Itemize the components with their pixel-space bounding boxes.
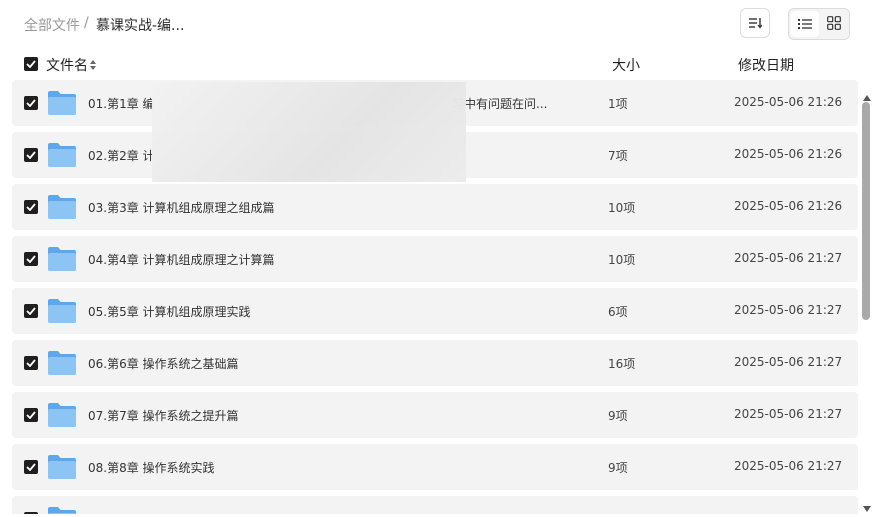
breadcrumb-root[interactable]: 全部文件 [24,15,80,35]
sort-toggle-icon[interactable] [89,56,97,75]
file-size: 10项 [608,201,636,215]
row-checkbox[interactable] [24,408,38,422]
row-checkbox[interactable] [24,96,38,110]
select-all-checkbox[interactable] [24,57,38,71]
file-size: 10项 [608,253,636,267]
top-bar: 全部文件 / 慕课实战-编... [0,0,874,48]
file-date: 2025-05-06 21:27 [734,251,843,265]
folder-icon [47,90,77,116]
grid-view-icon [827,15,841,34]
file-name[interactable]: 08.第8章 操作系统实践 [88,459,215,476]
scroll-down-arrow-icon[interactable] [862,498,872,517]
file-name[interactable]: 03.第3章 计算机组成原理之组成篇 [88,199,275,216]
folder-icon [47,142,77,168]
file-name[interactable]: 05.第5章 计算机组成原理实践 [88,303,251,320]
table-row[interactable] [12,496,858,514]
row-checkbox[interactable] [24,252,38,266]
list-view-button[interactable] [791,11,819,37]
file-size: 6项 [608,305,628,319]
row-checkbox[interactable] [24,148,38,162]
file-size: 16项 [608,357,636,371]
folder-icon [47,246,77,272]
file-name[interactable]: 07.第7章 操作系统之提升篇 [88,407,239,424]
file-date: 2025-05-06 21:26 [734,147,843,161]
table-row[interactable]: 07.第7章 操作系统之提升篇 9项 2025-05-06 21:27 [12,392,858,438]
breadcrumb-separator: / [84,15,89,31]
view-toggle [788,8,850,40]
folder-icon [47,298,77,324]
file-size: 9项 [608,409,628,423]
breadcrumb-current: 慕课实战-编... [96,18,185,34]
row-checkbox[interactable] [24,460,38,474]
sort-list-icon [748,14,763,33]
folder-icon [47,194,77,220]
table-header: 文件名 大小 修改日期 [0,50,874,78]
file-name[interactable]: 02.第2章 计 [88,147,155,164]
file-date: 2025-05-06 21:27 [734,407,843,421]
row-checkbox[interactable] [24,304,38,318]
table-row[interactable]: 08.第8章 操作系统实践 9项 2025-05-06 21:27 [12,444,858,490]
column-header-size: 大小 [612,58,640,74]
redaction-overlay [152,82,466,182]
file-name-tail[interactable]: 习中有问题在问... [452,95,547,112]
sort-button[interactable] [740,8,770,38]
row-checkbox[interactable] [24,356,38,370]
list-view-icon [798,15,812,34]
scrollbar-thumb[interactable] [862,102,870,320]
file-size: 7项 [608,149,628,163]
folder-icon [47,402,77,428]
table-row[interactable]: 04.第4章 计算机组成原理之计算篇 10项 2025-05-06 21:27 [12,236,858,282]
column-header-name[interactable]: 文件名 [46,55,88,75]
column-header-date: 修改日期 [738,58,794,74]
file-size: 1项 [608,97,628,111]
file-name[interactable]: 01.第1章 编 [88,95,155,112]
row-checkbox[interactable] [24,200,38,214]
file-name[interactable]: 06.第6章 操作系统之基础篇 [88,355,239,372]
file-date: 2025-05-06 21:27 [734,459,843,473]
file-date: 2025-05-06 21:26 [734,199,843,213]
folder-icon [47,506,77,514]
folder-icon [47,350,77,376]
file-date: 2025-05-06 21:27 [734,303,843,317]
grid-view-button[interactable] [820,11,848,37]
table-row[interactable]: 03.第3章 计算机组成原理之组成篇 10项 2025-05-06 21:26 [12,184,858,230]
file-date: 2025-05-06 21:26 [734,95,843,109]
table-row[interactable]: 05.第5章 计算机组成原理实践 6项 2025-05-06 21:27 [12,288,858,334]
table-row[interactable]: 06.第6章 操作系统之基础篇 16项 2025-05-06 21:27 [12,340,858,386]
file-date: 2025-05-06 21:27 [734,355,843,369]
file-size: 9项 [608,461,628,475]
folder-icon [47,454,77,480]
file-name[interactable]: 04.第4章 计算机组成原理之计算篇 [88,251,275,268]
